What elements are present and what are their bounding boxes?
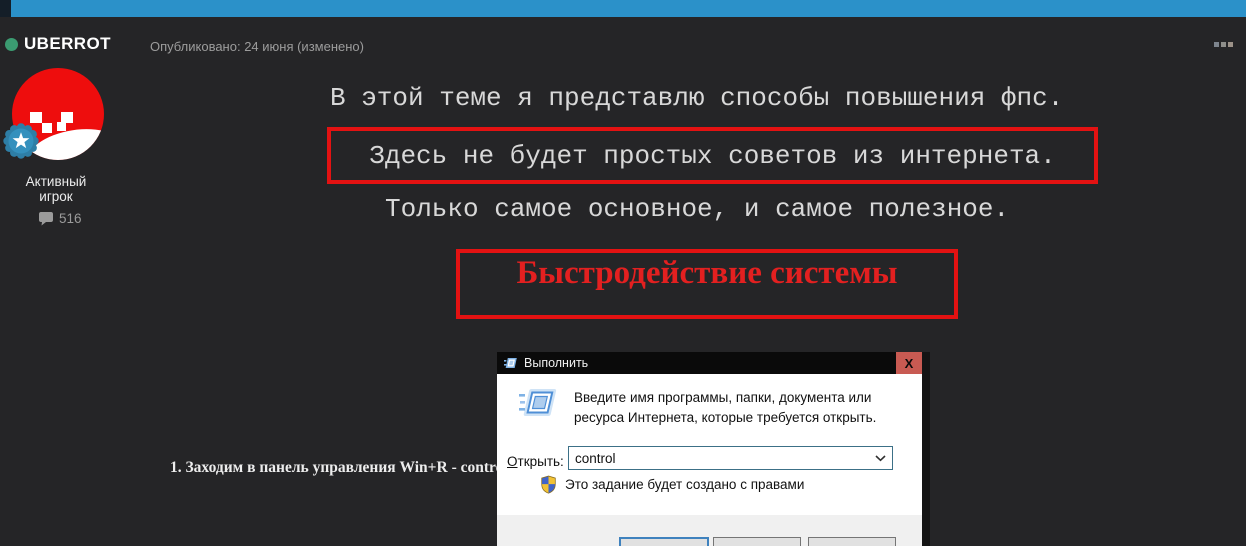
forum-post-page: UBERROT Опубликовано: 24 июня (изменено)… [0,0,1246,546]
section-heading-box: Быстродействие системы [456,249,958,319]
run-dialog-title: Выполнить [524,356,589,370]
post-line-3: Только самое основное, и самое полезное. [385,194,1010,224]
screenshot-edge-strip [922,352,930,546]
top-accent-bar [0,0,1246,17]
run-app-icon [519,389,557,416]
uac-notice: Это задание будет создано с правами [565,477,805,492]
uac-shield-icon [541,475,556,494]
speech-bubble-icon [39,212,53,226]
run-app-icon [504,358,517,368]
corner-notch [0,0,11,17]
run-dialog-window: Выполнить X Введите имя программы, папки… [497,352,922,546]
cancel-button[interactable] [713,537,801,546]
post-timestamp: Опубликовано: 24 июня (изменено) [150,39,364,54]
open-field-label: Открыть: [507,454,564,469]
chevron-down-icon[interactable] [875,455,886,462]
ok-button[interactable] [619,537,709,546]
ellipsis-icon [1221,42,1226,47]
post-line-1: В этой теме я представлю способы повышен… [330,83,1064,113]
run-dialog: Выполнить X Введите имя программы, папки… [497,352,930,546]
run-command-combobox[interactable] [568,446,893,470]
run-dialog-description: Введите имя программы, папки, документа … [574,388,876,428]
comment-count: 516 [59,211,82,226]
ellipsis-icon [1214,42,1219,47]
avatar-pixel [57,122,66,131]
description-line-1: Введите имя программы, папки, документа … [574,390,872,405]
open-label-rest: ткрыть: [517,454,564,469]
open-label-accel: О [507,454,518,469]
post-line-2: Здесь не будет простых советов из интерн… [369,140,1056,171]
star-badge-icon [3,123,39,159]
highlight-box: Здесь не будет простых советов из интерн… [327,127,1098,184]
comment-stat: 516 [38,211,82,226]
run-dialog-body: Введите имя программы, папки, документа … [497,374,922,515]
section-heading: Быстродействие системы [516,255,898,291]
browse-button[interactable] [808,537,896,546]
author-rank: Активный игрок [25,174,87,204]
run-dialog-footer [497,515,922,546]
author-username-link[interactable]: UBERROT [24,34,111,54]
close-button[interactable]: X [896,352,922,374]
ellipsis-icon [1228,42,1233,47]
run-dialog-titlebar: Выполнить X [497,352,922,374]
step-1-text: 1. Заходим в панель управления Win+R - c… [170,459,508,476]
description-line-2: ресурса Интернета, которые требуется отк… [574,410,877,425]
post-options-button[interactable] [1214,42,1233,47]
avatar-pixel [42,123,52,133]
run-command-input[interactable] [569,447,875,469]
online-status-icon [5,38,18,51]
